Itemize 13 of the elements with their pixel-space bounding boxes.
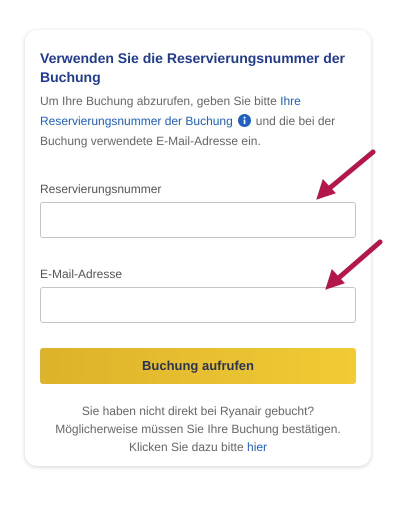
form-title: Verwenden Sie die Reservierungsnummer der Buchung [40,49,346,87]
reservation-number-link[interactable]: Reservierungsnummer der Buchung [40,114,233,128]
reservation-number-field[interactable] [40,202,356,238]
here-link[interactable]: hier [247,440,268,454]
reservation-number-link[interactable]: Ihre [280,94,301,108]
intro-text: Um Ihre Buchung abzurufen, geben Sie bitte Ihre Reservierungsnummer der Buchung und die bei der Buchung verwendete E-Mail-Adresse ein. [40,93,336,150]
email-field[interactable] [40,287,356,323]
field-label: Reservierungsnummer [40,181,162,197]
arrow-icon [313,148,377,202]
field-label: E-Mail-Adresse [40,266,124,282]
submit-button[interactable]: Buchung aufrufen [40,348,356,384]
footer-text: Sie haben nicht direkt bei Ryanair gebucht? Möglicherweise müssen Sie Ihre Buchung bestätigen. Klicken Sie dazu bitte hier [54,403,342,456]
info-icon[interactable] [238,114,251,127]
